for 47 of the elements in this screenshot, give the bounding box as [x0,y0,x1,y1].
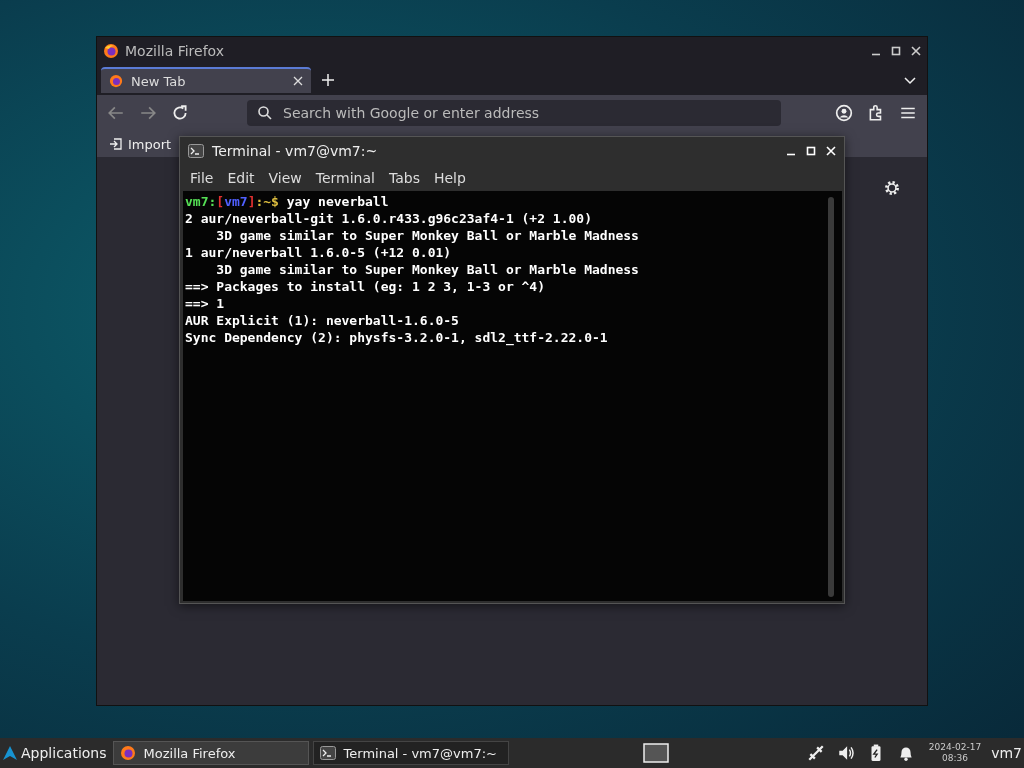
menu-item[interactable]: Edit [227,170,255,186]
menu-item[interactable]: Terminal [315,170,375,186]
settings-icon[interactable] [883,179,901,197]
fox-logo-icon [119,745,136,761]
scrollbar[interactable] [828,197,834,597]
clock-date: 2024-02-17 [928,742,982,753]
terminal-line: ==> 1 [185,295,226,312]
maximize-button[interactable] [891,46,901,56]
terminal-icon [188,143,204,159]
reload-icon[interactable] [171,104,189,122]
menu-item[interactable]: Help [433,170,466,186]
menu-item[interactable]: Tabs [388,170,420,186]
terminal-line: 3D game similar to Super Monkey Ball or Marble Madness [215,227,640,244]
close-icon[interactable] [293,76,303,86]
fox-logo-icon [109,74,123,88]
clock-time: 08:36 [942,753,968,764]
workspace-icon[interactable] [642,743,669,763]
bookmark-link[interactable]: Import [109,136,172,152]
user-label[interactable]: vm7 [991,745,1024,761]
new-tab-icon[interactable] [321,73,335,87]
account-icon[interactable] [835,104,853,122]
menu-item[interactable]: File [190,170,214,186]
network-icon[interactable] [806,744,825,762]
window-title: Terminal - vm7@vm7:~ [212,143,378,159]
close-button[interactable] [911,46,921,56]
fox-logo-icon [103,43,119,59]
terminal-line: 3D game similar to Super Monkey Ball or Marble Madness [215,261,640,278]
terminal-line: AUR Explicit (1): neverball-1.6.0-5 [185,312,460,329]
volume-icon[interactable] [836,744,855,762]
terminal-line: 1 aur/neverball 1.6.0-5 (+12 0.01) [185,244,453,261]
arch-logo-icon [2,745,18,761]
search-icon [257,105,273,121]
menu-item[interactable]: View [268,170,302,186]
taskbar-button[interactable]: Terminal - vm7@vm7:~ [312,741,509,765]
terminal-icon [319,745,336,761]
terminal-line: 2 aur/neverball-git 1.6.0.r433.g96c23af4-1 (+2 1.00) [185,210,593,227]
terminal-line: vm7:[vm7]:~$ yay neverball [185,193,390,210]
back-icon[interactable] [107,104,125,122]
applications-menu[interactable]: Applications [0,745,109,761]
terminal-line: Sync Dependency (2): physfs-3.2.0-1, sdl2_ttf-2.22.0-1 [185,329,609,346]
terminal-line: ==> Packages to install (eg: 1 2 3, 1-3 or ^4) [185,278,547,295]
forward-icon[interactable] [139,104,157,122]
import-icon [109,137,123,151]
browser-tab[interactable]: New Tab [101,67,311,93]
taskbar-button[interactable]: Mozilla Firefox [112,741,309,765]
address-bar[interactable]: Search with Google or enter address [247,100,781,126]
window-title: Mozilla Firefox [125,43,225,59]
